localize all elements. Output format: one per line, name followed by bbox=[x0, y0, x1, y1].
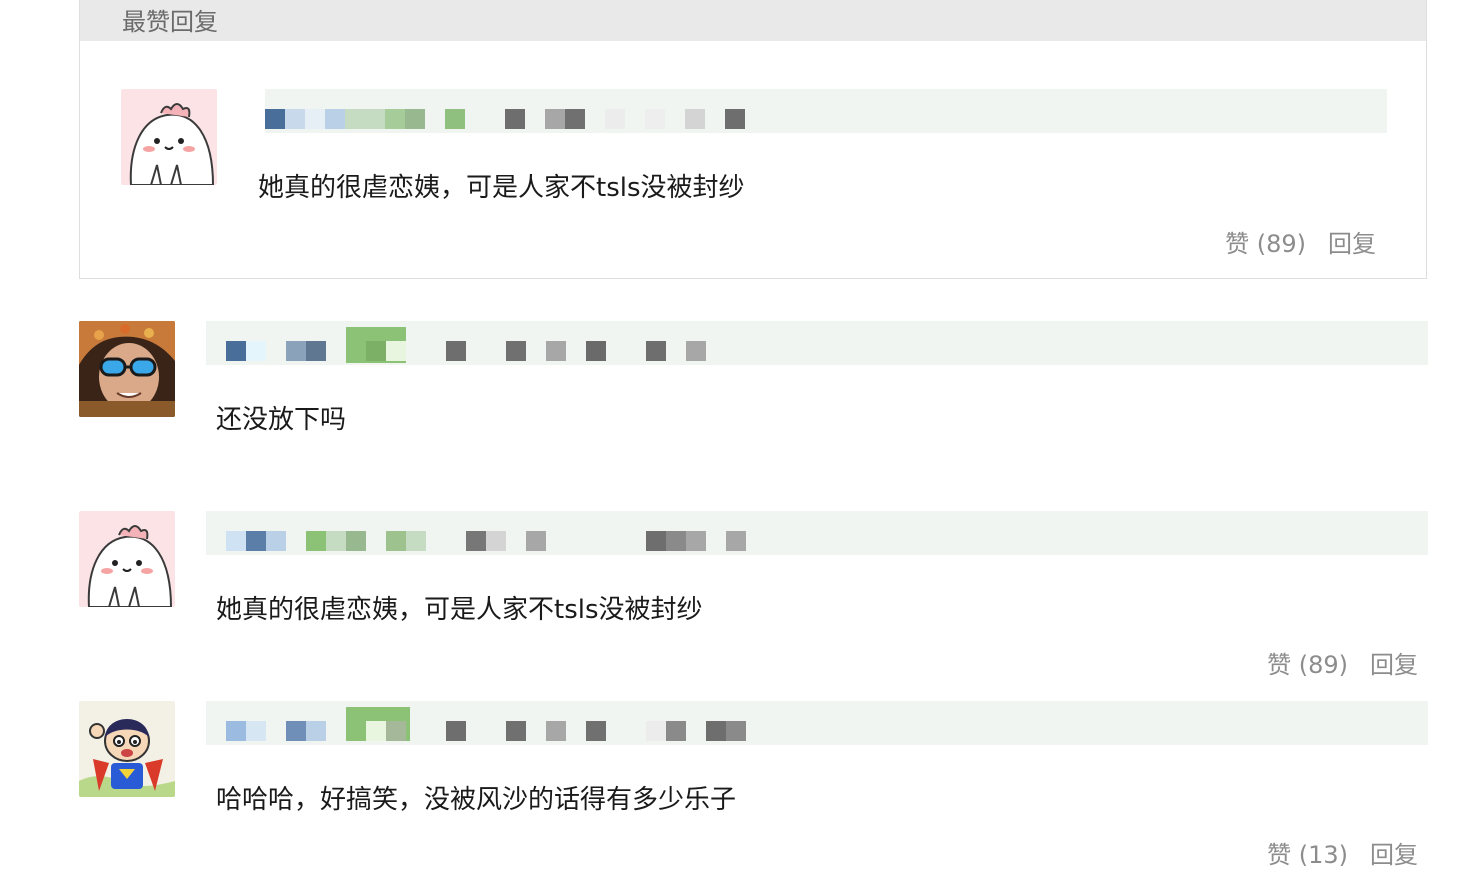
dinosaur-avatar-image bbox=[121, 89, 217, 185]
reply-button[interactable]: 回复 bbox=[1328, 224, 1376, 259]
comment-actions: 赞 (89) 回复 bbox=[1225, 224, 1376, 259]
reply-button[interactable]: 回复 bbox=[1370, 835, 1418, 870]
comment-text: 还没放下吗 bbox=[216, 405, 347, 435]
comment-text: 她真的很虐恋姨，可是人家不tsls没被封纱 bbox=[216, 595, 703, 625]
dinosaur-avatar-image bbox=[79, 511, 175, 607]
user-avatar[interactable] bbox=[79, 511, 175, 607]
user-avatar[interactable] bbox=[121, 89, 217, 185]
like-button[interactable]: 赞 (13) bbox=[1267, 835, 1348, 870]
username-redacted[interactable] bbox=[265, 89, 1387, 133]
hot-replies-header: 最赞回复 bbox=[80, 0, 1426, 41]
username-redacted[interactable] bbox=[206, 321, 1428, 365]
sunglasses-avatar-image bbox=[79, 321, 175, 417]
username-redacted[interactable] bbox=[206, 511, 1428, 555]
comment-text: 哈哈哈，好搞笑，没被风沙的话得有多少乐子 bbox=[216, 785, 737, 815]
like-button[interactable]: 赞 (89) bbox=[1225, 224, 1306, 259]
cartoon-boy-avatar-image bbox=[79, 701, 175, 797]
comment-actions: 赞 (89) 回复 bbox=[1267, 645, 1418, 680]
reply-button[interactable]: 回复 bbox=[1370, 645, 1418, 680]
comment-actions: 赞 (13) 回复 bbox=[1267, 835, 1418, 870]
user-avatar[interactable] bbox=[79, 321, 175, 417]
like-button[interactable]: 赞 (89) bbox=[1267, 645, 1348, 680]
comment-text: 她真的很虐恋姨，可是人家不tsls没被封纱 bbox=[258, 173, 745, 203]
username-redacted[interactable] bbox=[206, 701, 1428, 745]
hot-replies-section: 最赞回复 她真的很虐恋姨，可是人家不tsls没被封纱 赞 (89) 回复 bbox=[79, 0, 1427, 279]
user-avatar[interactable] bbox=[79, 701, 175, 797]
hot-replies-title: 最赞回复 bbox=[122, 8, 218, 36]
